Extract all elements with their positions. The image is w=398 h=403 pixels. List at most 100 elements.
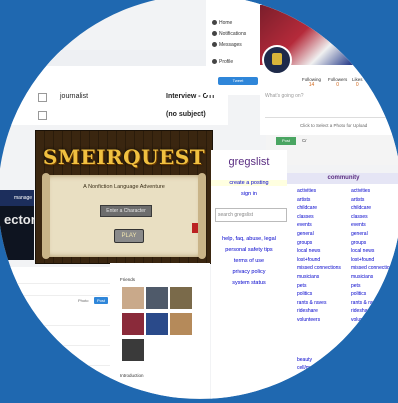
sale-link[interactable]: beauty [297,356,321,364]
nav-notifications[interactable]: Notifications [212,31,246,37]
nav-notifications-label: Notifications [219,31,247,37]
collage-stage: journalist Interview - OTI (no subject) … [0,0,398,403]
community-link[interactable]: rideshare [351,307,395,316]
community-link[interactable]: local news [297,247,341,256]
safety-link[interactable]: personal safety tips [211,247,287,253]
community-link[interactable]: volunteers [297,316,341,325]
community-link[interactable]: childcare [351,204,395,213]
game-title: SMEIRQUEST [42,145,206,169]
search-input[interactable]: search gregslist [215,208,287,222]
community-link[interactable]: general [297,230,341,239]
friend-photo[interactable] [170,313,192,335]
dark-nav-strip[interactable]: manage [0,190,34,206]
community-link[interactable]: activities [351,187,395,196]
feed-row [0,337,111,346]
community-link[interactable]: politics [297,290,341,299]
stat-likes[interactable]: Likes 0 [352,77,363,88]
community-link[interactable]: rideshare [297,307,341,316]
community-link[interactable]: classes [297,213,341,222]
community-column-right: activities artists childcare classes eve… [351,187,395,325]
community-link[interactable]: activities [297,187,341,196]
community-link[interactable]: groups [297,239,341,248]
nav-profile[interactable]: Profile [212,59,233,65]
compose-input[interactable]: What's going on? [265,93,395,118]
feed-row [0,287,111,296]
community-link[interactable]: general [351,230,395,239]
user-icon [212,59,217,65]
post-button[interactable]: Post [94,297,108,304]
nav-profile-label: Profile [219,59,234,65]
sign-in-link[interactable]: sign in [211,191,287,197]
profile-panel: Following 14 Followers 0 Likes 0 What's goi… [260,5,398,135]
community-link[interactable]: pets [297,282,341,291]
community-link[interactable]: artists [297,196,341,205]
community-link[interactable]: lost+found [297,256,341,265]
tweet-button[interactable]: Tweet [218,77,258,85]
mail-row[interactable]: (no subject) [38,106,228,124]
parchment-scroll: A Nonfiction Language Adventure Enter a … [42,173,206,259]
status-link[interactable]: system status [211,280,287,286]
mail-row-checkbox[interactable] [38,93,47,102]
help-link[interactable]: help, faq, abuse, legal [211,236,287,242]
mail-toolbar [38,50,228,66]
friend-photo[interactable] [122,287,144,309]
gregslist-logo[interactable]: gregslist [211,156,287,168]
community-link[interactable]: missed connections [297,264,341,273]
friend-photo[interactable] [170,287,192,309]
mail-panel: journalist Interview - OTI (no subject) [0,50,228,125]
community-heading: community [287,173,398,184]
game-subtitle: A Nonfiction Language Adventure [83,184,165,190]
post-button[interactable]: Post [276,137,296,145]
stat-value: 14 [308,82,315,88]
photo-tag[interactable]: Photo [78,298,88,303]
community-link[interactable]: childcare [297,204,341,213]
mail-from: journalist [60,93,89,100]
community-link[interactable]: events [351,221,395,230]
game-window: SMEIRQUEST A Nonfiction Language Adventu… [35,130,213,264]
envelope-icon [212,42,217,48]
friend-photo[interactable] [122,313,144,335]
community-link[interactable]: local news [351,247,395,256]
privacy-link[interactable]: privacy policy [211,269,287,275]
mail-row-checkbox[interactable] [38,111,47,120]
community-link[interactable]: lost+found [351,256,395,265]
character-name-input[interactable]: Enter a Character [100,205,152,217]
play-button[interactable]: PLAY [114,229,144,243]
home-icon [212,20,217,26]
community-link[interactable]: rants & raves [351,299,395,308]
mail-row[interactable]: journalist Interview - OTI [38,88,228,106]
dark-page: manage ector [0,190,34,260]
stat-following[interactable]: Following 14 [302,77,321,88]
intro-label: Introduction [120,373,144,378]
community-link[interactable]: rants & raves [297,299,341,308]
nav-messages[interactable]: Messages [212,42,242,48]
sale-link[interactable]: cell/mobile [297,364,321,372]
attach-photo-link[interactable]: Click to Select a Photo for Upload [300,123,367,128]
community-link[interactable]: missed connections [351,264,395,273]
friend-photo[interactable] [146,313,168,335]
community-link[interactable]: groups [351,239,395,248]
secondary-tab[interactable]: Cr [302,138,307,143]
community-link[interactable]: pets [351,282,395,291]
terms-link[interactable]: terms of use [211,258,287,264]
community-link[interactable]: artists [351,196,395,205]
community-link[interactable]: events [297,221,341,230]
avatar[interactable] [262,45,292,75]
community-link[interactable]: volunteers [351,316,395,325]
nav-home[interactable]: Home [212,20,232,26]
community-link[interactable]: classes [351,213,395,222]
social-sidebar: Home Notifications Messages Profile Twee… [206,0,266,95]
friend-photo[interactable] [122,339,144,361]
friend-photo[interactable] [146,287,168,309]
feed-panel: Photo Post [0,267,111,398]
nav-messages-label: Messages [219,42,242,48]
bell-icon [212,31,217,37]
community-link[interactable]: politics [351,290,395,299]
mail-subject: (no subject) [166,111,206,118]
community-link[interactable]: musicians [297,273,341,282]
feed-row [0,275,111,284]
photos-label: Friends [120,277,136,282]
community-link[interactable]: musicians [351,273,395,282]
create-posting-link[interactable]: create a posting [211,180,287,186]
stat-followers[interactable]: Followers 0 [328,77,347,88]
